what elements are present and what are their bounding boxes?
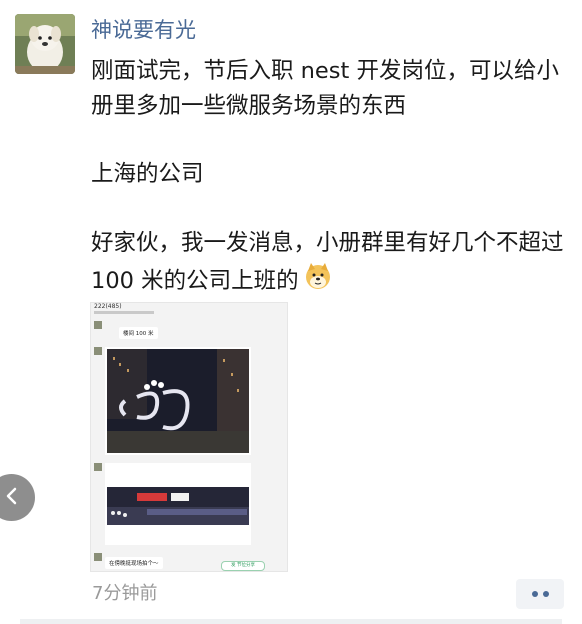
screenshot-subtitle-bar xyxy=(94,311,154,314)
screenshot-avatar xyxy=(94,463,102,471)
more-dots-icon xyxy=(542,591,549,597)
doge-emoji-icon xyxy=(303,261,333,302)
chat-screenshot-image[interactable]: 222(485) 楼间 100 米 在傍晚挺现场拍个～ 发 节位分享 xyxy=(90,302,288,572)
screenshot-avatar xyxy=(94,347,102,355)
screenshot-avatar xyxy=(94,321,102,329)
author-name[interactable]: 神说要有光 xyxy=(91,15,196,45)
screenshot-bubble-first: 楼间 100 米 xyxy=(119,327,158,339)
more-options-button[interactable] xyxy=(516,579,564,609)
screenshot-avatar xyxy=(94,553,102,561)
post-timestamp: 7分钟前 xyxy=(92,583,158,604)
post-paragraph-1: 刚面试完，节后入职 nest 开发岗位，可以给小册里多加一些微服务场景的东西 xyxy=(91,58,559,119)
screenshot-photo-card-1 xyxy=(105,347,251,455)
screenshot-photo-2 xyxy=(107,487,249,525)
chevron-left-icon xyxy=(4,486,20,510)
author-avatar[interactable] xyxy=(15,14,75,74)
screenshot-photo-1 xyxy=(107,349,249,453)
screenshot-bubble-last: 在傍晚挺现场拍个～ xyxy=(105,557,163,569)
back-button[interactable] xyxy=(0,474,35,521)
post-paragraph-3: 好家伙，我一发消息，小册群里有好几个不超过 100 米的公司上班的 xyxy=(91,226,569,302)
section-divider xyxy=(20,619,562,624)
post-paragraph-2: 上海的公司 xyxy=(91,161,204,187)
more-dots-icon xyxy=(531,591,538,597)
screenshot-share-button: 发 节位分享 xyxy=(221,561,265,571)
screenshot-group-title: 222(485) xyxy=(94,303,122,310)
screenshot-photo-card-2 xyxy=(105,463,251,545)
